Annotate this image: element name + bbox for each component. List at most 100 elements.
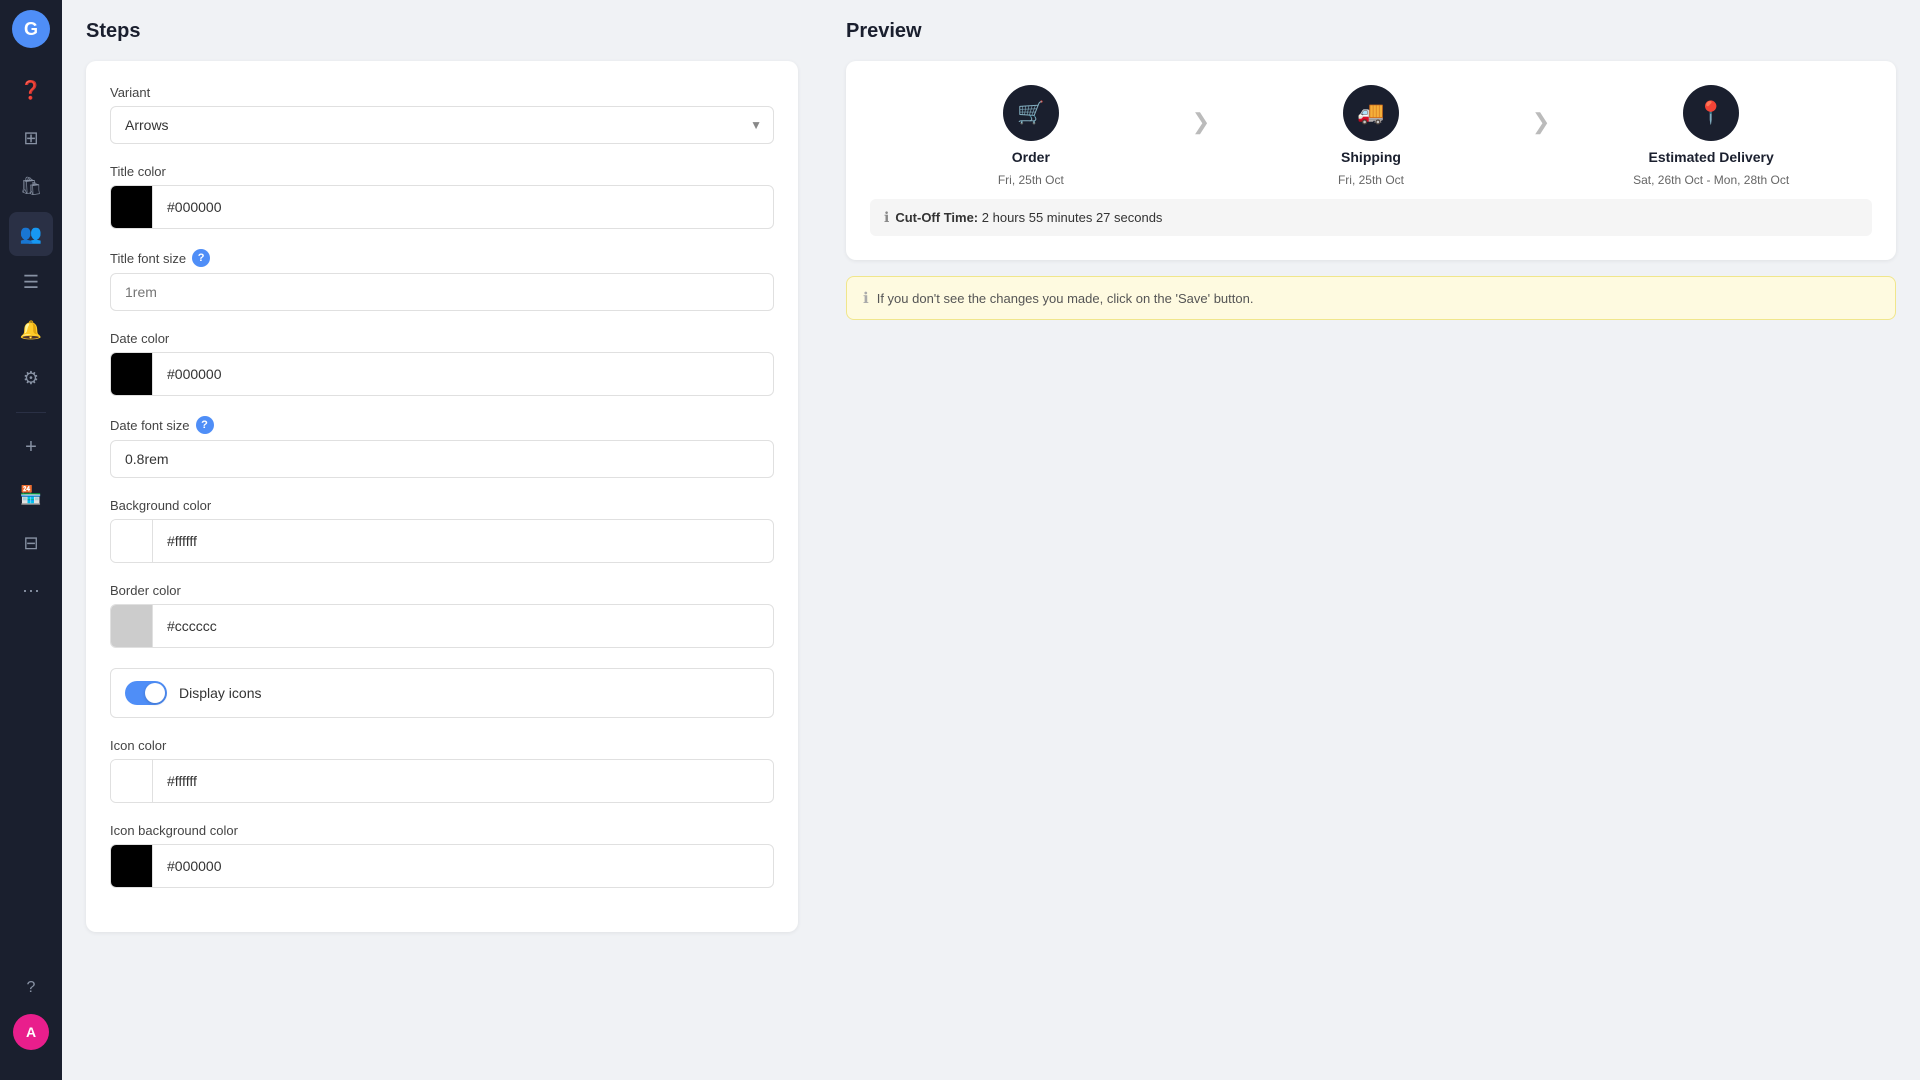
date-font-size-help-icon[interactable]: ?	[196, 416, 214, 434]
delivery-icon: 📍	[1697, 100, 1724, 126]
variant-select-wrapper: Arrows ▼	[110, 106, 774, 144]
bg-color-label: Background color	[110, 498, 774, 513]
sidebar-logo: G	[12, 10, 50, 48]
step-item-delivery: 📍 Estimated Delivery Sat, 26th Oct - Mon…	[1550, 85, 1872, 187]
gear-icon: ⚙	[23, 368, 39, 389]
display-icons-row: Display icons	[110, 668, 774, 718]
sidebar-item-gear[interactable]: ⚙	[9, 356, 53, 400]
sidebar-item-shop[interactable]: 🏪	[9, 473, 53, 517]
info-message: If you don't see the changes you made, c…	[877, 291, 1254, 306]
arrow-right-icon-2: ❯	[1532, 109, 1550, 135]
right-panel: Preview 🛒 Order Fri, 25th Oct ❯	[822, 0, 1920, 1080]
cutoff-label: Cut-Off Time:	[895, 210, 978, 225]
icon-color-label: Icon color	[110, 738, 774, 753]
title-font-size-input[interactable]	[110, 273, 774, 311]
step-date-order: Fri, 25th Oct	[998, 173, 1064, 187]
icon-color-row: #ffffff	[110, 759, 774, 803]
steps-preview: 🛒 Order Fri, 25th Oct ❯ 🚚 Shipping Fri, …	[870, 85, 1872, 187]
step-arrow-1: ❯	[1192, 109, 1210, 163]
order-icon: 🛒	[1017, 100, 1044, 126]
shipping-icon: 🚚	[1357, 100, 1384, 126]
border-color-value: #cccccc	[153, 618, 773, 634]
title-font-size-label: Title font size ?	[110, 249, 774, 267]
bg-color-row: #ffffff	[110, 519, 774, 563]
step-icon-shipping: 🚚	[1343, 85, 1399, 141]
title-font-size-help-icon[interactable]: ?	[192, 249, 210, 267]
left-panel: Steps Variant Arrows ▼ Title color	[62, 0, 822, 1080]
display-icons-toggle[interactable]	[125, 681, 167, 705]
title-color-label: Title color	[110, 164, 774, 179]
main-container: Steps Variant Arrows ▼ Title color	[62, 0, 1920, 1080]
title-color-value: #000000	[153, 199, 773, 215]
bg-color-value: #ffffff	[153, 533, 773, 549]
more-icon: ⋯	[22, 581, 40, 602]
display-icons-group: Display icons	[110, 668, 774, 718]
shop-icon: 🏪	[20, 485, 42, 506]
step-icon-order: 🛒	[1003, 85, 1059, 141]
info-circle-icon: ℹ	[863, 289, 869, 307]
sidebar-item-question[interactable]: ?	[9, 966, 53, 1010]
cutoff-value: 2 hours 55 minutes 27 seconds	[982, 210, 1163, 225]
title-color-swatch[interactable]	[111, 186, 153, 228]
icon-bg-color-swatch[interactable]	[111, 845, 153, 887]
sidebar-item-bell[interactable]: 🔔	[9, 308, 53, 352]
sidebar-item-more[interactable]: ⋯	[9, 569, 53, 613]
sidebar-item-table[interactable]: ⊟	[9, 521, 53, 565]
avatar-letter: A	[26, 1024, 36, 1040]
sidebar-item-grid[interactable]: ⊞	[9, 116, 53, 160]
icon-color-value: #ffffff	[153, 773, 773, 789]
title-font-size-group: Title font size ?	[110, 249, 774, 311]
sidebar-item-bag[interactable]: 🛍	[9, 164, 53, 208]
date-font-size-input[interactable]	[110, 440, 774, 478]
question-icon: ?	[27, 979, 36, 997]
sidebar-item-help[interactable]: ❓	[9, 68, 53, 112]
bg-color-swatch[interactable]	[111, 520, 153, 562]
steps-form-card: Variant Arrows ▼ Title color #000000	[86, 61, 798, 932]
grid-icon: ⊞	[23, 128, 38, 149]
title-color-row: #000000	[110, 185, 774, 229]
date-color-value: #000000	[153, 366, 773, 382]
bg-color-group: Background color #ffffff	[110, 498, 774, 563]
variant-label: Variant	[110, 85, 774, 100]
users-icon: 👥	[20, 224, 42, 245]
add-icon: +	[25, 436, 37, 459]
variant-select[interactable]: Arrows	[110, 106, 774, 144]
panel-title: Steps	[86, 20, 798, 43]
icon-bg-color-label: Icon background color	[110, 823, 774, 838]
step-item-order: 🛒 Order Fri, 25th Oct	[870, 85, 1192, 187]
cutoff-info-icon: ℹ	[884, 209, 889, 226]
list-icon: ☰	[23, 272, 39, 293]
icon-color-group: Icon color #ffffff	[110, 738, 774, 803]
info-banner: ℹ If you don't see the changes you made,…	[846, 276, 1896, 320]
icon-bg-color-value: #000000	[153, 858, 773, 874]
logo-letter: G	[24, 19, 38, 40]
help-icon: ❓	[20, 80, 42, 101]
icon-color-swatch[interactable]	[111, 760, 153, 802]
border-color-label: Border color	[110, 583, 774, 598]
sidebar-item-list[interactable]: ☰	[9, 260, 53, 304]
border-color-row: #cccccc	[110, 604, 774, 648]
table-icon: ⊟	[23, 533, 38, 554]
variant-group: Variant Arrows ▼	[110, 85, 774, 144]
date-color-row: #000000	[110, 352, 774, 396]
icon-bg-color-group: Icon background color #000000	[110, 823, 774, 888]
display-icons-label: Display icons	[179, 685, 261, 701]
step-icon-delivery: 📍	[1683, 85, 1739, 141]
sidebar-item-add[interactable]: +	[9, 425, 53, 469]
avatar[interactable]: A	[13, 1014, 49, 1050]
sidebar-item-users[interactable]: 👥	[9, 212, 53, 256]
border-color-group: Border color #cccccc	[110, 583, 774, 648]
date-color-swatch[interactable]	[111, 353, 153, 395]
preview-steps-card: 🛒 Order Fri, 25th Oct ❯ 🚚 Shipping Fri, …	[846, 61, 1896, 260]
step-arrow-2: ❯	[1532, 109, 1550, 163]
bag-icon: 🛍	[20, 176, 43, 197]
border-color-swatch[interactable]	[111, 605, 153, 647]
date-font-size-label: Date font size ?	[110, 416, 774, 434]
step-name-shipping: Shipping	[1341, 149, 1401, 165]
date-font-size-group: Date font size ?	[110, 416, 774, 478]
bell-icon: 🔔	[20, 320, 42, 341]
date-color-group: Date color #000000	[110, 331, 774, 396]
step-name-delivery: Estimated Delivery	[1648, 149, 1773, 165]
step-date-shipping: Fri, 25th Oct	[1338, 173, 1404, 187]
sidebar-bottom: ? A	[9, 966, 53, 1070]
